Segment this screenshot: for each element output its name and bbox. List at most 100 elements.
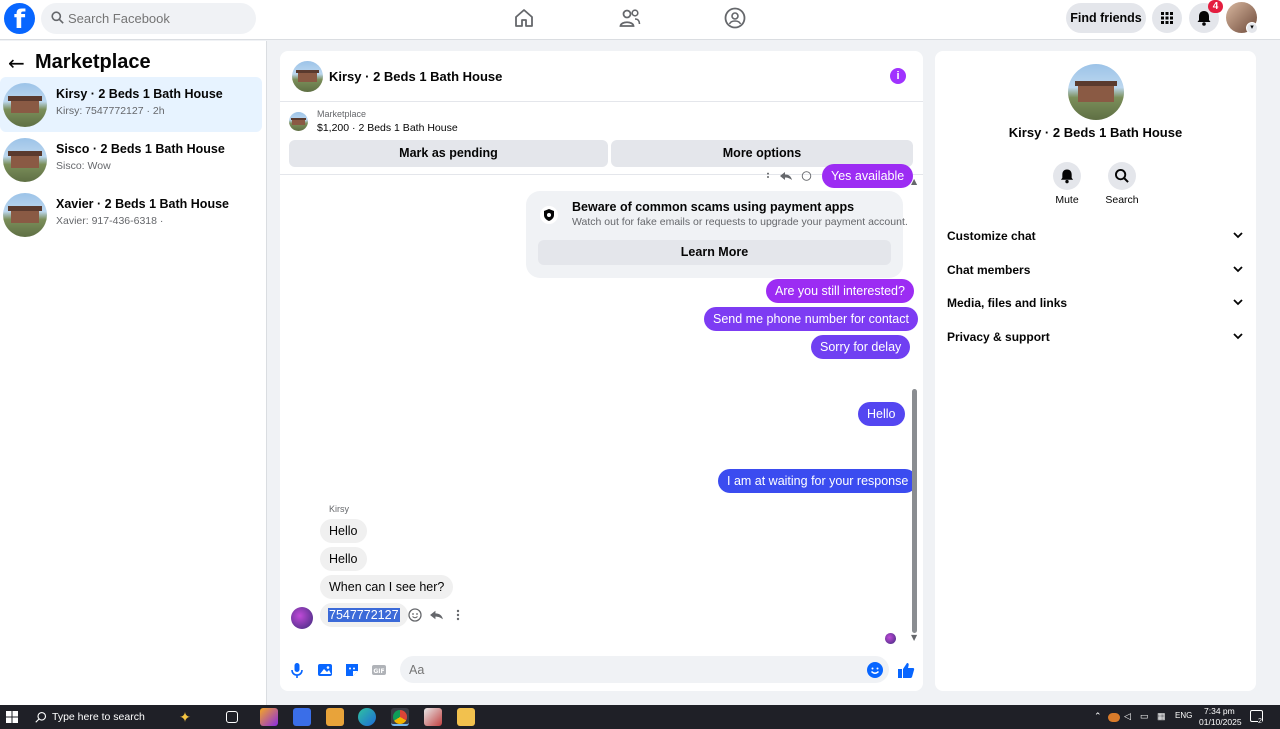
conversation-name: Sisco · 2 Beds 1 Bath House [56,142,225,156]
clock-date[interactable]: 01/10/2025 [1199,717,1242,727]
selected-phone-text[interactable]: 7547772127 [328,608,400,622]
conversation-preview: Kirsy: 7547772127 · 2h [56,105,165,117]
message-scrollbar[interactable] [912,389,917,633]
chat-title[interactable]: Kirsy · 2 Beds 1 Bath House [329,69,502,84]
chat-listing-thumbnail[interactable] [292,61,323,92]
more-vertical-icon[interactable] [455,609,461,621]
photo-icon[interactable] [315,660,335,680]
message-input[interactable] [400,656,889,683]
learn-more-button[interactable]: Learn More [538,240,891,265]
weather-tray-icon[interactable] [1108,713,1120,722]
search-icon [51,11,64,24]
seen-receipt-avatar [885,633,896,644]
section-label: Customize chat [947,229,1036,243]
notification-count-badge: 4 [1208,0,1223,13]
react-emoji-icon[interactable] [408,608,422,622]
listing-small-thumbnail [289,112,308,131]
chevron-down-icon [1233,299,1243,306]
section-media-files-links[interactable]: Media, files and links [947,292,1245,316]
search-icon [1115,169,1129,183]
sender-avatar[interactable] [291,607,313,629]
scroll-down-arrow-icon[interactable]: ▼ [911,633,917,642]
snipping-tool-icon[interactable] [424,708,442,726]
mark-as-pending-button[interactable]: Mark as pending [289,140,608,167]
store-icon[interactable] [326,708,344,726]
emoji-icon[interactable] [865,660,885,680]
tray-chevron-up-icon[interactable]: ⌃ [1094,711,1102,722]
copilot-sparkle-icon[interactable]: ✦ [176,708,194,726]
tray-app-icon[interactable]: ▦ [1157,711,1166,722]
reply-icon[interactable] [779,171,793,181]
search-bar[interactable] [41,3,256,34]
outgoing-message[interactable]: I am at waiting for your response [718,469,918,493]
friends-icon[interactable] [618,6,642,30]
sidebar-title: Marketplace [35,51,151,73]
find-friends-button[interactable]: Find friends [1066,3,1146,33]
volume-icon[interactable]: ◁ [1124,711,1131,722]
section-chat-members[interactable]: Chat members [947,259,1245,283]
conversation-name: Kirsy · 2 Beds 1 Bath House [56,87,223,101]
search-input[interactable] [68,3,248,34]
conversation-name: Xavier · 2 Beds 1 Bath House [56,197,229,211]
listing-source: Marketplace [317,109,367,119]
incoming-message[interactable]: Hello [320,547,367,571]
conversation-item-xavier[interactable]: Xavier · 2 Beds 1 Bath House Xavier: 917… [0,187,262,242]
gif-icon[interactable]: GIF [369,660,389,680]
chrome-browser-icon[interactable] [391,708,409,726]
shield-icon [540,206,558,224]
facebook-logo[interactable]: f [4,3,35,35]
outgoing-message[interactable]: Hello [858,402,905,426]
menu-button[interactable] [1152,3,1182,33]
scam-warning-card: Beware of common scams using payment app… [526,191,908,278]
search-in-conversation-button[interactable] [1108,162,1136,190]
windows-start-icon[interactable] [6,711,18,723]
outgoing-message[interactable]: Are you still interested? [766,279,914,303]
listing-thumbnail [3,138,47,182]
chat-panel: Kirsy · 2 Beds 1 Bath House i Marketplac… [280,51,923,691]
section-privacy-support[interactable]: Privacy & support [947,326,1245,350]
taskbar-search-text: Type here to search [52,711,145,723]
edge-browser-icon[interactable] [358,708,376,726]
conversation-item-sisco[interactable]: Sisco · 2 Beds 1 Bath House Sisco: Wow [0,132,262,187]
mute-button[interactable] [1053,162,1081,190]
marketplace-sidebar: ← Marketplace Kirsy · 2 Beds 1 Bath Hous… [0,41,267,705]
search-icon [35,711,47,723]
microphone-icon[interactable] [287,660,307,680]
incoming-message[interactable]: Hello [320,519,367,543]
incoming-message-phone[interactable]: 7547772127 [320,603,408,627]
outgoing-message[interactable]: Send me phone number for contact [704,307,918,331]
reply-icon[interactable] [429,609,444,621]
outgoing-message[interactable]: Sorry for delay [811,335,911,359]
copilot-app-icon[interactable] [260,708,278,726]
home-icon[interactable] [512,6,536,30]
taskbar-search[interactable]: Type here to search [27,705,169,729]
notifications-center-count: 2 [1258,718,1262,725]
details-listing-image[interactable] [1068,64,1124,120]
clock-time[interactable]: 7:34 pm [1204,706,1235,716]
conversation-preview: Sisco: Wow [56,160,111,172]
back-arrow-icon[interactable]: ← [8,51,25,75]
conversation-item-kirsy[interactable]: Kirsy · 2 Beds 1 Bath House Kirsy: 75477… [0,77,262,132]
more-vertical-icon[interactable] [761,172,775,182]
search-label: Search [1105,194,1139,206]
chevron-down-icon [1233,333,1243,340]
listing-price-title[interactable]: $1,200 · 2 Beds 1 Bath House [317,122,458,134]
file-save-icon[interactable] [293,708,311,726]
mute-label: Mute [1055,194,1079,206]
language-indicator[interactable]: ENG [1175,711,1192,720]
more-options-button[interactable]: More options [611,140,913,167]
groups-icon[interactable] [723,6,747,30]
section-customize-chat[interactable]: Customize chat [947,225,1245,249]
scroll-up-arrow-icon[interactable]: ▲ [911,177,917,186]
task-view-icon[interactable] [226,711,238,723]
windows-taskbar: Type here to search ✦ ⌃ ◁ ▭ ▦ ENG 7:34 p… [0,705,1280,729]
network-icon[interactable]: ▭ [1140,711,1149,722]
like-thumb-icon[interactable] [896,660,916,680]
react-emoji-icon[interactable] [800,171,813,181]
scam-warning-title: Beware of common scams using payment app… [572,200,855,214]
sticker-icon[interactable] [342,660,362,680]
file-explorer-icon[interactable] [457,708,475,726]
info-icon[interactable]: i [890,68,906,84]
account-chevron-icon[interactable]: ▾ [1246,22,1258,34]
incoming-message[interactable]: When can I see her? [320,575,454,599]
